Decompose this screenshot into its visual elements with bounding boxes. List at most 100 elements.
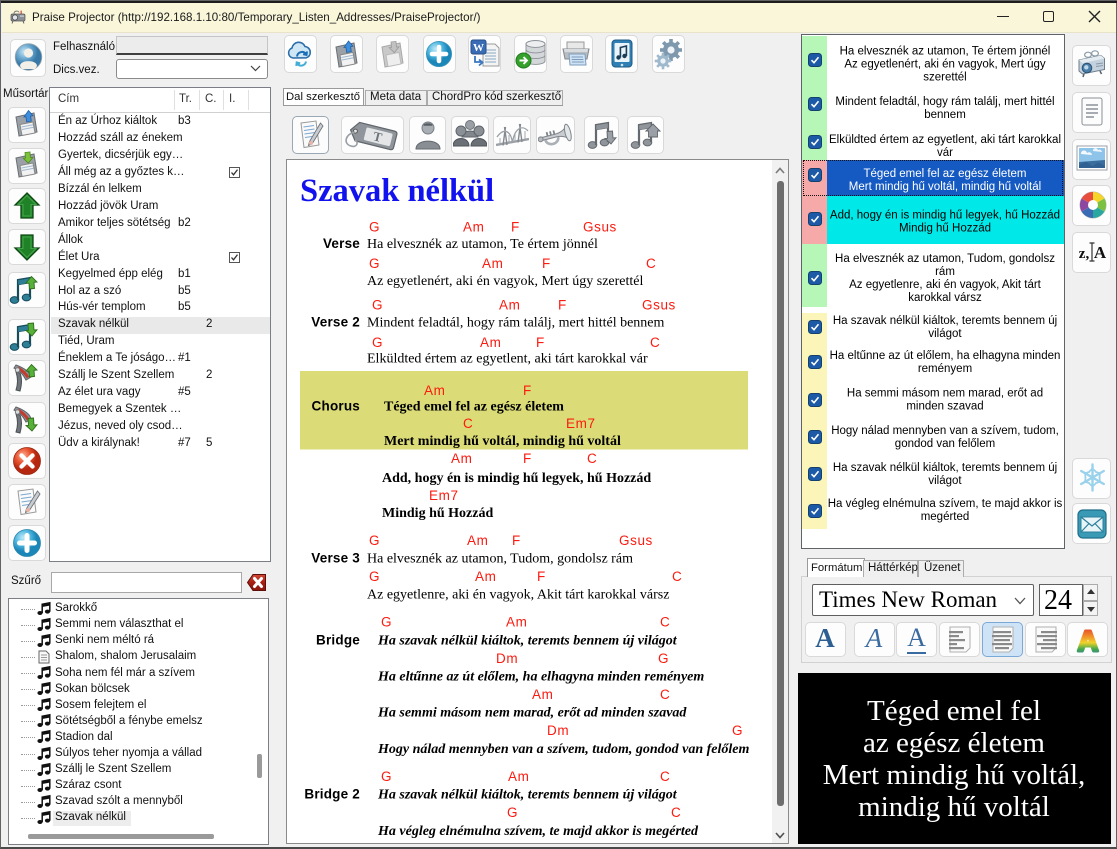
- svg-text:Ha elvesznék az utamon, Te ért: Ha elvesznék az utamon, Te értem jönnél: [367, 237, 598, 252]
- svg-text:Ha eltűnne az út előlem, ha el: Ha eltűnne az út előlem, ha elhagyna min…: [377, 670, 704, 685]
- svg-text:F: F: [512, 533, 521, 548]
- svg-text:Verse 2: Verse 2: [311, 315, 360, 330]
- svg-text:F: F: [542, 256, 551, 271]
- svg-text:Am: Am: [508, 769, 529, 784]
- svg-text:világot: világot: [928, 475, 962, 487]
- svg-text:Az egyetlenért, aki én vagyok,: Az egyetlenért, aki én vagyok, Mert úgy: [844, 59, 1046, 71]
- svg-text:Dm: Dm: [496, 651, 518, 666]
- svg-text:C: C: [660, 615, 670, 630]
- svg-text:Ha semmi másom nem marad, erőt: Ha semmi másom nem marad, erőt ad: [847, 388, 1043, 400]
- svg-text:Am: Am: [463, 220, 484, 235]
- svg-text:Mert mindig hű voltál,: Mert mindig hű voltál,: [823, 759, 1086, 791]
- svg-text:C: C: [671, 805, 681, 820]
- svg-text:F: F: [523, 451, 532, 466]
- svg-text:az egész életem: az egész életem: [863, 727, 1045, 759]
- svg-text:Téged emel fel: Téged emel fel: [867, 695, 1041, 727]
- svg-text:világot: világot: [928, 328, 962, 340]
- svg-text:Add, hogy én is mindig hű legy: Add, hogy én is mindig hű legyek, hű Hoz…: [830, 210, 1060, 222]
- svg-text:G: G: [369, 533, 380, 548]
- svg-text:Szavak nélkül: Szavak nélkül: [300, 173, 494, 209]
- svg-text:Bridge: Bridge: [316, 633, 360, 648]
- svg-text:Gsus: Gsus: [583, 220, 617, 235]
- svg-text:G: G: [658, 651, 669, 666]
- svg-text:Téged emel fel az egész életem: Téged emel fel az egész életem: [863, 168, 1026, 180]
- svg-text:Em7: Em7: [566, 416, 596, 431]
- svg-text:mindig hű voltál: mindig hű voltál: [858, 791, 1050, 823]
- svg-text:Téged emel fel az egész életem: Téged emel fel az egész életem: [384, 400, 564, 415]
- svg-text:Ha elvesznék az utamon, Tudom,: Ha elvesznék az utamon, Tudom, gondolsz: [835, 253, 1055, 265]
- svg-text:Ha végleg elnémulna szívem, te: Ha végleg elnémulna szívem, te majd akko…: [828, 498, 1063, 510]
- svg-text:Ha eltűnne az út előlem, ha el: Ha eltűnne az út előlem, ha elhagyna min…: [830, 350, 1061, 362]
- svg-text:Verse 3: Verse 3: [311, 551, 360, 566]
- svg-text:Az egyetlenre, aki én vagyok,: Az egyetlenre, aki én vagyok, Akit tárt …: [367, 588, 669, 603]
- svg-text:Ha szavak nélkül kiáltok, tere: Ha szavak nélkül kiáltok, teremts bennem…: [377, 634, 678, 649]
- svg-text:bennem: bennem: [924, 109, 966, 121]
- svg-text:Am: Am: [480, 335, 501, 350]
- svg-text:Am: Am: [424, 383, 445, 398]
- svg-text:Ha elvesznék az utamon, Te ért: Ha elvesznék az utamon, Te értem jönnél: [840, 46, 1051, 58]
- svg-text:Add, hogy én is mindig hű legy: Add, hogy én is mindig hű legyek, hű Hoz…: [382, 471, 651, 486]
- svg-text:Am: Am: [506, 615, 527, 630]
- svg-text:Mindent feladtál, hogy rám tal: Mindent feladtál, hogy rám találj, mert …: [835, 96, 1054, 108]
- svg-text:Elküldted értem az egyetlent,: Elküldted értem az egyetlent, aki tárt k…: [829, 134, 1061, 146]
- svg-text:Dm: Dm: [547, 723, 569, 738]
- svg-text:C: C: [587, 451, 597, 466]
- svg-text:A: A: [1094, 243, 1107, 262]
- svg-text:Ha szavak nélkül kiáltok, tere: Ha szavak nélkül kiáltok, teremts bennem…: [833, 462, 1057, 474]
- svg-text:C: C: [463, 416, 473, 431]
- svg-text:Elküldted értem az egyetlent,: Elküldted értem az egyetlent, aki tárt k…: [367, 352, 648, 367]
- svg-text:Mert mindig hű voltál, mindig: Mert mindig hű voltál, mindig hű voltál: [384, 434, 621, 449]
- svg-text:megérted: megérted: [921, 511, 970, 523]
- svg-text:Am: Am: [532, 687, 553, 702]
- svg-text:vár: vár: [937, 147, 953, 159]
- svg-text:Mindent feladtál, hogy rám tal: Mindent feladtál, hogy rám találj, mert …: [367, 316, 665, 331]
- svg-text:gondod van felőlem: gondod van felőlem: [895, 438, 995, 450]
- svg-text:G: G: [369, 569, 380, 584]
- svg-text:A: A: [1078, 626, 1099, 656]
- svg-text:C: C: [672, 569, 682, 584]
- svg-text:C: C: [660, 769, 670, 784]
- svg-text:G: G: [381, 769, 392, 784]
- svg-text:F: F: [558, 298, 567, 313]
- svg-text:G: G: [507, 805, 518, 820]
- svg-text:W: W: [473, 42, 484, 54]
- svg-text:minden szavad: minden szavad: [906, 401, 983, 413]
- svg-text:Ha semmi másom nem marad, erőt: Ha semmi másom nem marad, erőt ad minden…: [377, 706, 687, 721]
- svg-text:szerettél: szerettél: [923, 71, 966, 83]
- svg-text:Ha szavak nélkül kiáltok, tere: Ha szavak nélkül kiáltok, teremts bennem…: [377, 788, 678, 803]
- svg-text:Mindig hű Hozzád: Mindig hű Hozzád: [382, 506, 493, 521]
- svg-text:G: G: [372, 335, 383, 350]
- svg-text:C: C: [660, 687, 670, 702]
- svg-text:Am: Am: [475, 569, 496, 584]
- svg-text:F: F: [523, 383, 532, 398]
- svg-text:Az egyetlenért, aki én vagyok,: Az egyetlenért, aki én vagyok, Mert úgy …: [367, 274, 644, 289]
- svg-text:Verse: Verse: [323, 236, 360, 251]
- svg-text:Am: Am: [482, 256, 503, 271]
- svg-text:Am: Am: [499, 298, 520, 313]
- svg-text:Gsus: Gsus: [619, 533, 653, 548]
- svg-text:Am: Am: [451, 451, 472, 466]
- svg-text:F: F: [536, 335, 545, 350]
- svg-text:Gsus: Gsus: [642, 298, 676, 313]
- svg-text:Ha elvesznék az utamon, Tudom,: Ha elvesznék az utamon, Tudom, gondolsz …: [367, 552, 633, 567]
- svg-text:Hogy nálad mennyben van a szív: Hogy nálad mennyben van a szívem, tudom,…: [377, 742, 749, 757]
- svg-text:Mindig hű Hozzád: Mindig hű Hozzád: [899, 223, 991, 235]
- svg-text:Hogy nálad mennyben van a szív: Hogy nálad mennyben van a szívem, tudom,: [831, 425, 1059, 437]
- svg-text:z,: z,: [1079, 246, 1090, 262]
- svg-text:Bridge 2: Bridge 2: [304, 787, 360, 802]
- svg-text:Am: Am: [467, 533, 488, 548]
- svg-text:C: C: [646, 256, 656, 271]
- svg-text:F: F: [511, 220, 520, 235]
- svg-text:Az egyetlenre, aki én vagyok,: Az egyetlenre, aki én vagyok, Akit tárt: [849, 279, 1042, 291]
- svg-text:Chorus: Chorus: [312, 399, 360, 414]
- svg-text:F: F: [537, 569, 546, 584]
- svg-text:G: G: [381, 615, 392, 630]
- svg-text:G: G: [369, 220, 380, 235]
- svg-text:Ha végleg elnémulna szívem, te: Ha végleg elnémulna szívem, te majd akko…: [377, 824, 699, 839]
- svg-text:G: G: [732, 723, 743, 738]
- svg-text:Em7: Em7: [429, 488, 459, 503]
- svg-text:karokkal vársz: karokkal vársz: [908, 292, 982, 304]
- svg-text:reményem: reményem: [918, 363, 972, 375]
- svg-text:G: G: [372, 298, 383, 313]
- svg-text:Mert mindig hű voltál, mindig: Mert mindig hű voltál, mindig hű voltál: [849, 181, 1041, 193]
